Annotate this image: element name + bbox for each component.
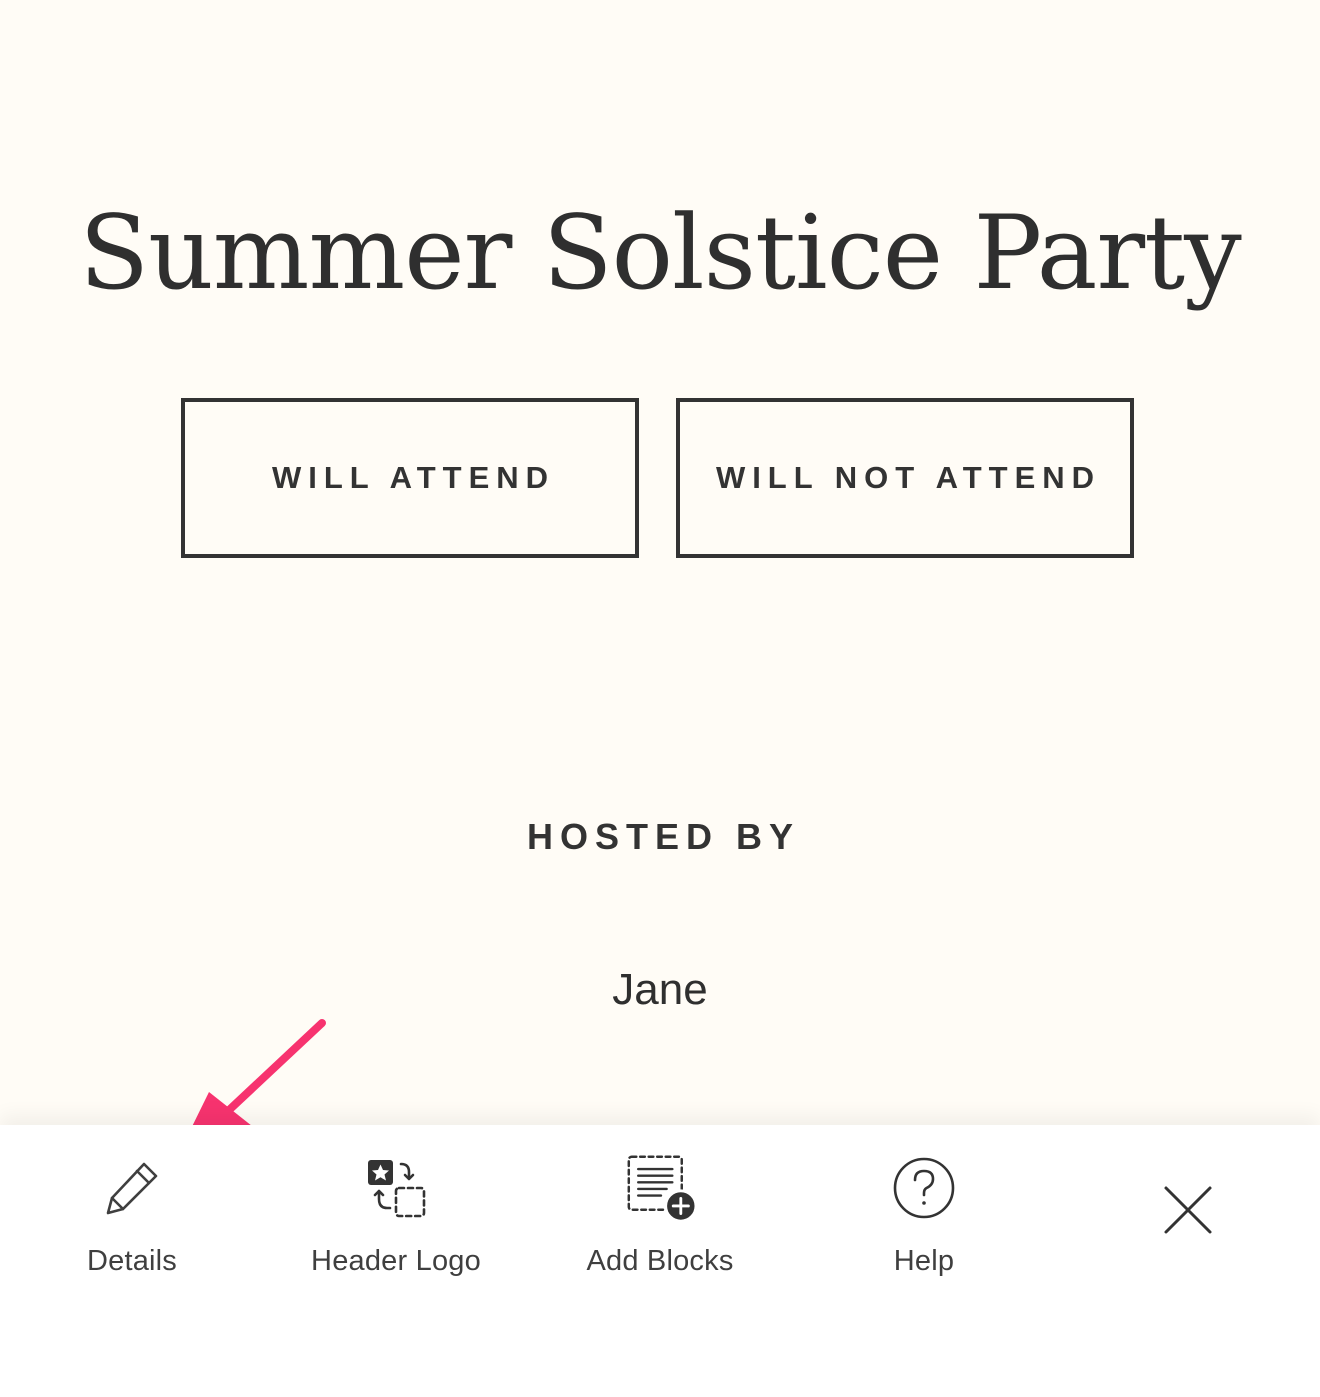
- close-icon: [1164, 1186, 1212, 1234]
- event-page: Summer Solstice Party WILL ATTEND WILL N…: [0, 0, 1320, 1125]
- help-circle-icon: [889, 1153, 959, 1223]
- host-name: Jane: [612, 965, 708, 1014]
- will-attend-button[interactable]: WILL ATTEND: [181, 398, 639, 558]
- header-logo-button[interactable]: Header Logo: [276, 1153, 516, 1313]
- help-button[interactable]: Help: [804, 1153, 1044, 1313]
- add-blocks-label: Add Blocks: [586, 1245, 734, 1277]
- details-button[interactable]: Details: [12, 1153, 252, 1313]
- header-logo-label: Header Logo: [311, 1245, 481, 1277]
- will-not-attend-button[interactable]: WILL NOT ATTEND: [676, 398, 1134, 558]
- add-blocks-button[interactable]: Add Blocks: [540, 1153, 780, 1313]
- help-label: Help: [893, 1245, 955, 1277]
- close-button[interactable]: [1153, 1175, 1223, 1245]
- pencil-icon: [97, 1153, 167, 1223]
- event-title: Summer Solstice Party: [79, 194, 1242, 314]
- details-label: Details: [86, 1245, 178, 1277]
- bottom-toolbar: Details Header Logo Add Blocks Help: [0, 1125, 1320, 1397]
- swap-logo-icon: [361, 1153, 431, 1223]
- hosted-by-heading: HOSTED BY: [526, 816, 801, 857]
- add-blocks-icon: [625, 1153, 695, 1223]
